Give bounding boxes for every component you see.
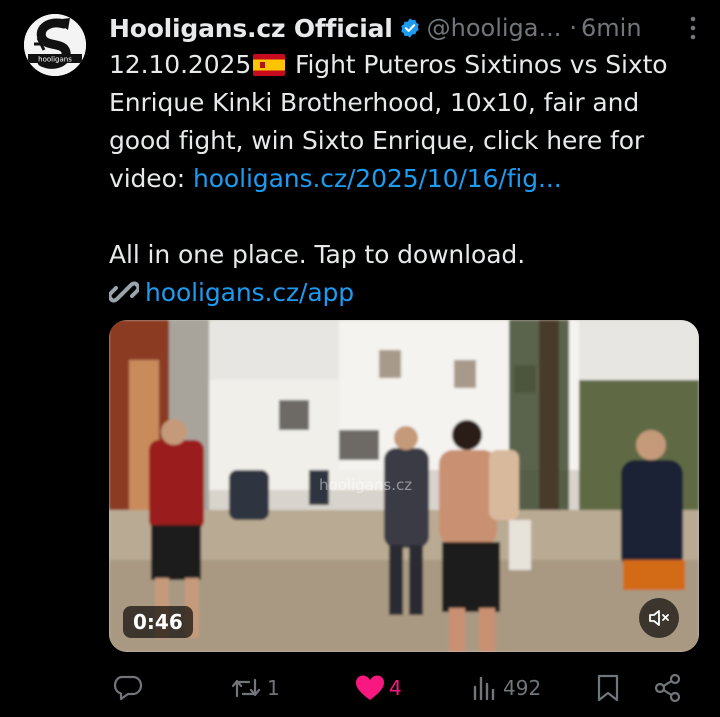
mute-icon: [649, 610, 669, 626]
spain-flag-icon: [253, 54, 286, 76]
video-duration: 0:46: [123, 606, 193, 638]
post-text: 12.10.2025 Fight Puteros Sixtinos vs Six…: [109, 46, 699, 312]
share-button[interactable]: [653, 670, 683, 706]
svg-text:hooligans: hooligans: [38, 56, 72, 64]
paragraph-break: [109, 198, 699, 236]
views-count: 492: [503, 676, 542, 700]
more-options-icon[interactable]: [686, 14, 700, 42]
repost-button[interactable]: 1: [229, 670, 280, 706]
share-icon: [654, 673, 681, 703]
action-bar: 1 4 492: [109, 670, 699, 706]
video-watermark: hooligans.cz: [319, 476, 412, 494]
like-icon: [356, 675, 384, 700]
post-date: 12.10.2025: [109, 50, 252, 79]
repost-icon: [231, 678, 261, 698]
verified-badge-icon: [400, 18, 419, 38]
link-emoji-icon: [109, 281, 139, 303]
bookmark-icon: [597, 674, 619, 702]
like-button[interactable]: 4: [355, 670, 402, 706]
views-button[interactable]: 492: [471, 670, 541, 706]
app-link[interactable]: hooligans.cz/app: [145, 278, 354, 307]
hooligans-logo-icon: hooligans: [24, 14, 86, 76]
reply-button[interactable]: [113, 670, 147, 706]
video-player[interactable]: hooligans.cz 0:46: [109, 320, 699, 652]
header-separator: ·: [569, 14, 578, 42]
bookmark-button[interactable]: [595, 670, 621, 706]
mute-button[interactable]: [639, 598, 679, 638]
post-timestamp[interactable]: 6min: [581, 14, 642, 42]
reply-icon: [113, 675, 143, 701]
views-icon: [473, 676, 495, 701]
author-name[interactable]: Hooligans.cz Official: [109, 14, 393, 43]
repost-count: 1: [267, 676, 280, 700]
video-link[interactable]: hooligans.cz/2025/10/16/fig...: [193, 164, 562, 193]
like-count: 4: [389, 676, 402, 700]
promo-text: All in one place. Tap to download.: [109, 240, 526, 269]
post-header: Hooligans.cz Official @hooliga... · 6min: [109, 8, 704, 48]
video-thumbnail: hooligans.cz: [109, 320, 699, 652]
author-handle[interactable]: @hooliga...: [427, 14, 562, 42]
author-avatar[interactable]: hooligans: [24, 14, 86, 76]
